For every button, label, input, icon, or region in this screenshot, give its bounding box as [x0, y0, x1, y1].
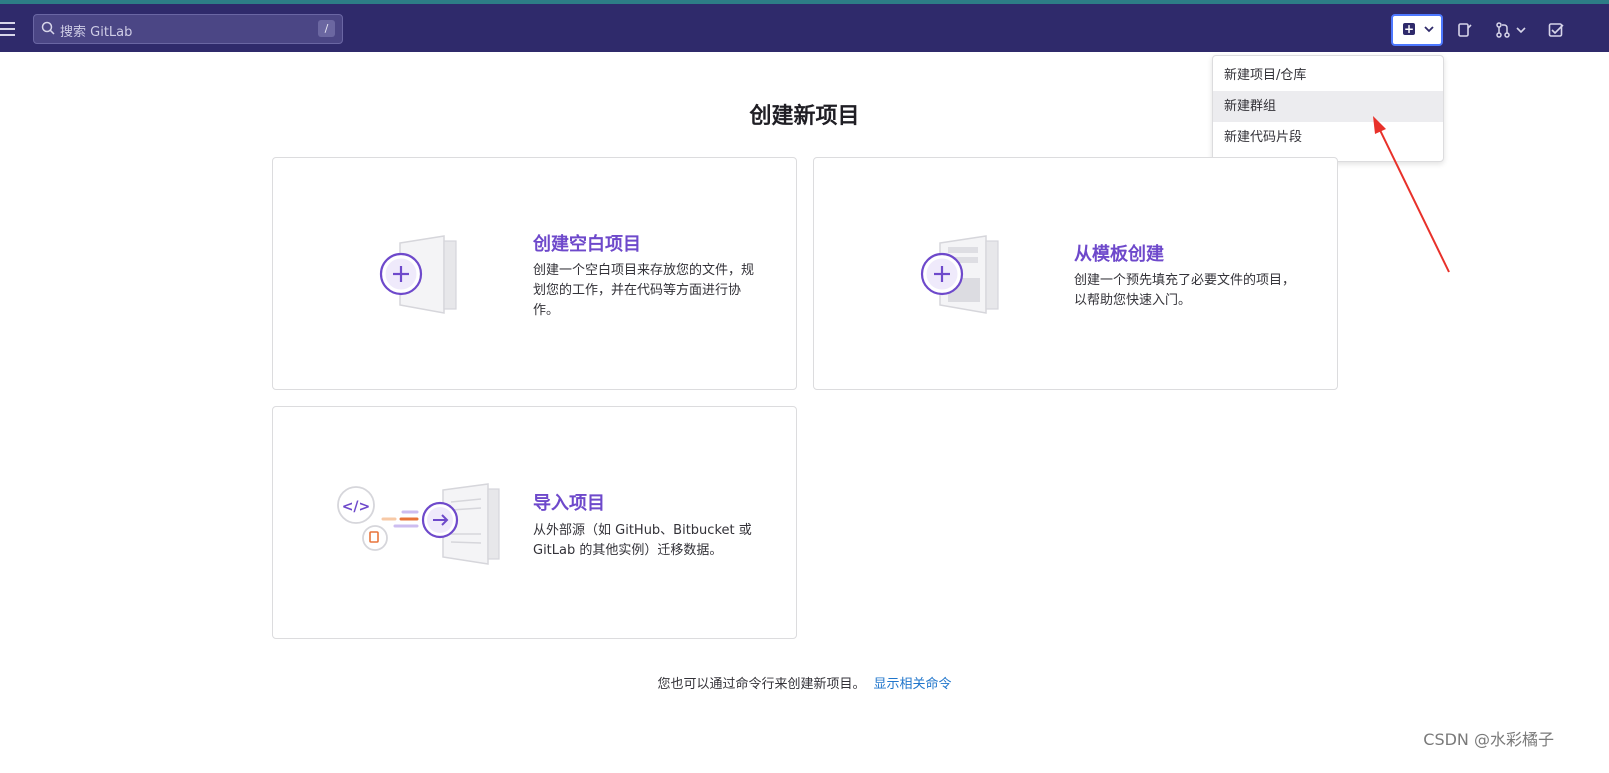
show-commands-link[interactable]: 显示相关命令	[874, 677, 952, 692]
cli-hint-text: 您也可以通过命令行来创建新项目。	[657, 677, 866, 692]
template-project-illustration	[920, 235, 999, 314]
menu-item-new-project[interactable]: 新建项目/仓库	[1213, 60, 1443, 91]
card-description: 创建一个预先填充了必要文件的项目，以帮助您快速入门。	[1074, 273, 1296, 308]
template-project-card[interactable]: 从模板创建 创建一个预先填充了必要文件的项目，以帮助您快速入门。	[813, 157, 1338, 390]
import-project-card[interactable]: </> 导入项目 从外部源（如 GitHub、Bitbucket 或 GitLa…	[272, 406, 797, 639]
todo-icon[interactable]	[1548, 22, 1564, 38]
search-shortcut-badge: /	[318, 20, 335, 37]
search-icon	[41, 21, 55, 35]
merge-requests-icon[interactable]	[1495, 22, 1511, 38]
card-description: 从外部源（如 GitHub、Bitbucket 或 GitLab 的其他实例）迁…	[533, 523, 752, 558]
search-input[interactable]: 搜索 GitLab /	[33, 14, 343, 44]
chevron-down-icon[interactable]	[1515, 22, 1527, 38]
blank-project-card[interactable]: 创建空白项目 创建一个空白项目来存放您的文件，规划您的工作，并在代码等方面进行协…	[272, 157, 797, 390]
import-project-illustration: </>	[337, 483, 500, 565]
blank-project-illustration	[379, 235, 457, 314]
top-navigation-bar: 搜索 GitLab / +	[0, 0, 1609, 52]
search-placeholder: 搜索 GitLab	[60, 25, 133, 40]
card-heading: 导入项目	[533, 493, 605, 514]
card-description: 创建一个空白项目来存放您的文件，规划您的工作，并在代码等方面进行协作。	[533, 263, 755, 318]
watermark: CSDN @水彩橘子	[1423, 730, 1554, 749]
chevron-down-icon	[1424, 26, 1434, 33]
menu-icon[interactable]	[0, 22, 16, 36]
plus-square-icon: +	[1403, 22, 1415, 36]
svg-text:</>: </>	[342, 499, 371, 515]
card-heading: 从模板创建	[1074, 244, 1164, 265]
create-new-button[interactable]: +	[1391, 14, 1443, 46]
card-heading: 创建空白项目	[533, 234, 641, 255]
annotation-arrow	[1373, 116, 1450, 273]
cli-hint: 您也可以通过命令行来创建新项目。 显示相关命令	[0, 673, 1609, 692]
issues-icon[interactable]	[1457, 22, 1473, 38]
